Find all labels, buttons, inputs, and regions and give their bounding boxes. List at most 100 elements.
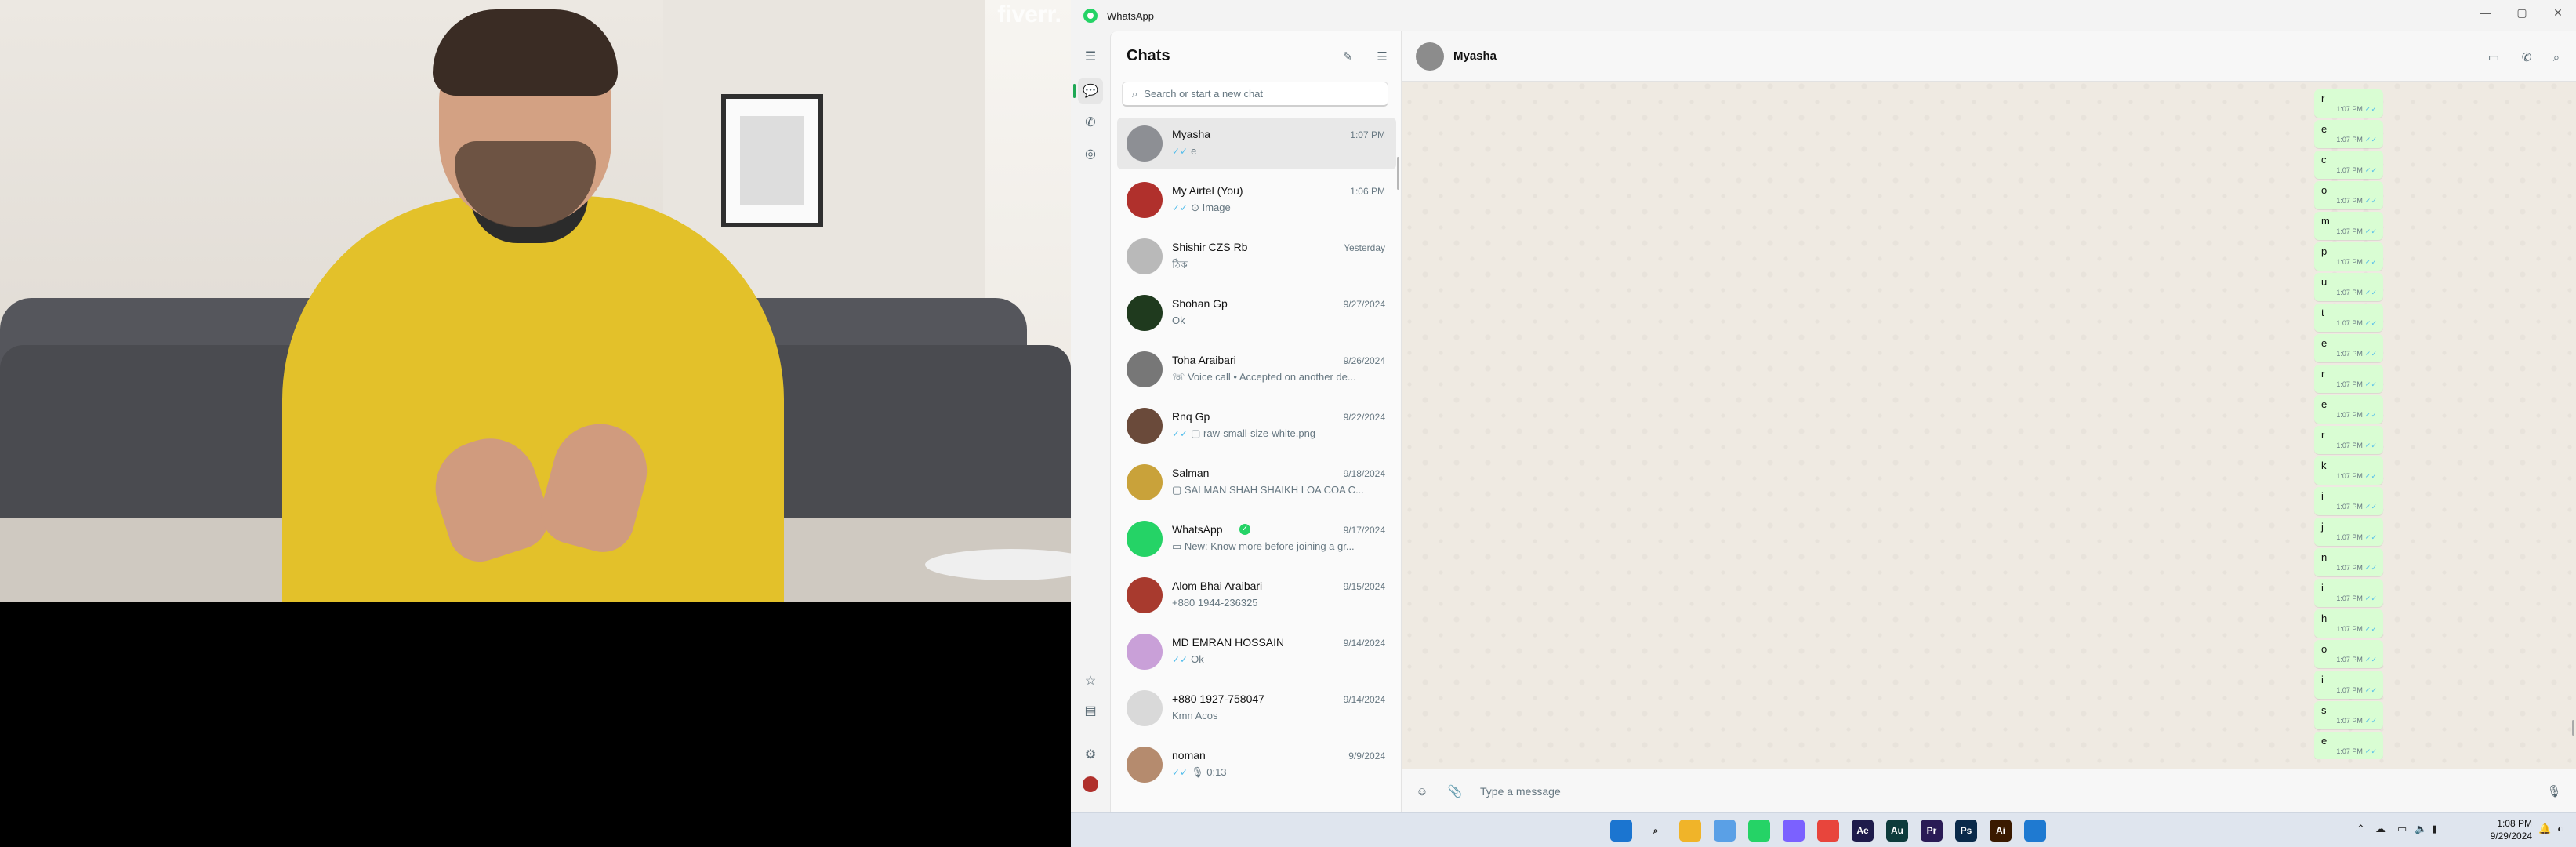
search-bar[interactable]: ⌕ <box>1122 82 1388 107</box>
microphone-icon[interactable]: 🎙 <box>2543 780 2565 802</box>
file-explorer-icon[interactable] <box>1679 820 1701 842</box>
chat-row[interactable]: noman 9/9/2024 ✓✓ 🎙 0:13 <box>1117 739 1396 791</box>
chat-list-scrollbar[interactable] <box>1397 157 1399 190</box>
message-bubble[interactable]: r 1:07 PM ✓✓ <box>2314 426 2383 454</box>
read-ticks-icon: ✓✓ <box>2364 686 2377 694</box>
chat-row[interactable]: MD EMRAN HOSSAIN 9/14/2024 ✓✓ Ok <box>1117 626 1396 678</box>
message-text: e <box>2321 735 2327 747</box>
avatar <box>1127 577 1163 613</box>
close-button[interactable]: ✕ <box>2540 0 2576 25</box>
read-ticks-icon: ✓✓ <box>2364 166 2377 174</box>
photoshop-icon[interactable]: Ps <box>1955 820 1977 842</box>
profile-avatar[interactable] <box>1078 772 1103 797</box>
search-input[interactable] <box>1144 88 1372 100</box>
app-diamond-icon[interactable] <box>1783 820 1805 842</box>
vscode-icon[interactable] <box>2024 820 2046 842</box>
chat-time: 9/17/2024 <box>1343 525 1385 536</box>
search-icon[interactable]: ⌕ <box>1645 820 1667 842</box>
chat-row[interactable]: +880 1927-758047 9/14/2024 Kmn Acos <box>1117 682 1396 734</box>
maximize-button[interactable]: ▢ <box>2504 0 2540 25</box>
calls-icon[interactable]: ✆ <box>1078 110 1103 135</box>
message-meta: 1:07 PM ✓✓ <box>2336 197 2377 205</box>
chat-row[interactable]: My Airtel (You) 1:06 PM ✓✓ ⊙ Image <box>1117 174 1396 226</box>
message-bubble[interactable]: r 1:07 PM ✓✓ <box>2314 89 2383 118</box>
message-bubble[interactable]: c 1:07 PM ✓✓ <box>2314 151 2383 179</box>
video-player[interactable]: fiverr. <box>0 0 1071 847</box>
message-preview: 🎙 0:13 <box>1191 766 1227 778</box>
onedrive-icon[interactable]: ☁ <box>2375 823 2386 835</box>
message-bubble[interactable]: s 1:07 PM ✓✓ <box>2314 701 2383 729</box>
contact-avatar[interactable] <box>1416 42 1444 71</box>
network-icon[interactable]: ▭ <box>2397 823 2407 835</box>
chats-icon[interactable]: 💬 <box>1078 78 1103 104</box>
message-scrollbar[interactable] <box>2572 720 2574 736</box>
message-bubble[interactable]: e 1:07 PM ✓✓ <box>2314 334 2383 362</box>
folder-icon[interactable] <box>1714 820 1736 842</box>
after-effects-icon[interactable]: Ae <box>1852 820 1874 842</box>
message-bubble[interactable]: e 1:07 PM ✓✓ <box>2314 395 2383 424</box>
copilot-icon[interactable]: ◐ <box>2557 823 2563 834</box>
read-ticks-icon: ✓✓ <box>2364 625 2377 633</box>
search-icon[interactable]: ⌕ <box>2545 45 2568 69</box>
message-bubble[interactable]: i 1:07 PM ✓✓ <box>2314 579 2383 607</box>
chat-row[interactable]: Shohan Gp 9/27/2024 Ok <box>1117 287 1396 339</box>
chat-time: 9/15/2024 <box>1343 581 1385 592</box>
video-frame[interactable]: fiverr. <box>0 0 1071 602</box>
message-bubble[interactable]: k 1:07 PM ✓✓ <box>2314 456 2383 485</box>
attach-icon[interactable]: 📎 <box>1444 780 1466 802</box>
message-bubble[interactable]: j 1:07 PM ✓✓ <box>2314 518 2383 546</box>
video-call-icon[interactable]: ▭ <box>2482 45 2505 69</box>
chat-row[interactable]: Rnq Gp 9/22/2024 ✓✓ ▢ raw-small-size-white.… <box>1117 400 1396 452</box>
chat-time: 1:06 PM <box>1350 186 1385 197</box>
chevron-up-icon[interactable]: ⌃ <box>2356 823 2365 835</box>
menu-icon[interactable]: ☰ <box>1078 44 1103 69</box>
message-bubble[interactable]: i 1:07 PM ✓✓ <box>2314 487 2383 515</box>
chat-row[interactable]: Salman 9/18/2024 ▢ SALMAN SHAH SHAIKH LOA … <box>1117 456 1396 508</box>
chat-row[interactable]: Toha Araibari 9/26/2024 ☏ Voice call • Acc… <box>1117 344 1396 395</box>
chat-list-panel: Chats ✎ ☰ ⌕ Myasha1:07 PM✓✓eMy Airtel (Y… <box>1110 31 1402 812</box>
message-input[interactable] <box>1480 782 2499 801</box>
message-bubble[interactable]: p 1:07 PM ✓✓ <box>2314 242 2383 271</box>
message-bubble[interactable]: m 1:07 PM ✓✓ <box>2314 212 2383 240</box>
notification-bell-icon[interactable]: 🔔 <box>2538 823 2551 835</box>
voice-call-icon[interactable]: ✆ <box>2515 45 2538 69</box>
volume-icon[interactable]: 🔈 <box>2415 823 2427 835</box>
message-bubble[interactable]: u 1:07 PM ✓✓ <box>2314 273 2383 301</box>
message-bubble[interactable]: e 1:07 PM ✓✓ <box>2314 732 2383 759</box>
chat-time: 9/14/2024 <box>1343 694 1385 705</box>
message-bubble[interactable]: o 1:07 PM ✓✓ <box>2314 640 2383 668</box>
settings-icon[interactable]: ⚙ <box>1078 742 1103 767</box>
chrome-icon[interactable] <box>1817 820 1839 842</box>
filter-icon[interactable]: ☰ <box>1371 45 1393 67</box>
message-bubble[interactable]: t 1:07 PM ✓✓ <box>2314 304 2383 332</box>
starred-icon[interactable]: ☆ <box>1078 668 1103 693</box>
message-bubble[interactable]: n 1:07 PM ✓✓ <box>2314 548 2383 576</box>
message-bubble[interactable]: o 1:07 PM ✓✓ <box>2314 181 2383 209</box>
new-chat-icon[interactable]: ✎ <box>1337 45 1359 67</box>
conversation-header[interactable]: Myasha ▭ ✆ ⌕ <box>1402 31 2576 82</box>
premiere-icon[interactable]: Pr <box>1921 820 1943 842</box>
battery-icon[interactable]: ▮ <box>2432 823 2437 835</box>
message-preview: +880 1944-236325 <box>1172 597 1258 609</box>
message-time: 1:07 PM <box>2336 350 2363 358</box>
message-bubble[interactable]: i 1:07 PM ✓✓ <box>2314 671 2383 699</box>
message-bubble[interactable]: h 1:07 PM ✓✓ <box>2314 609 2383 638</box>
message-bubble[interactable]: r 1:07 PM ✓✓ <box>2314 365 2383 393</box>
chat-row[interactable]: Alom Bhai Araibari 9/15/2024 +880 1944-236… <box>1117 569 1396 621</box>
status-icon[interactable]: ◎ <box>1078 141 1103 166</box>
windows-start-icon[interactable] <box>1610 820 1632 842</box>
minimize-button[interactable]: — <box>2468 0 2504 25</box>
taskbar-clock[interactable]: 1:08 PM 9/29/2024 <box>2469 817 2532 842</box>
whatsapp-icon[interactable] <box>1748 820 1770 842</box>
illustrator-icon[interactable]: Ai <box>1990 820 2012 842</box>
emoji-icon[interactable]: ☺ <box>1411 780 1433 802</box>
message-bubble[interactable]: e 1:07 PM ✓✓ <box>2314 120 2383 148</box>
contact-name[interactable]: Myasha <box>1453 49 1497 63</box>
message-meta: 1:07 PM ✓✓ <box>2336 380 2377 389</box>
read-ticks-icon: ✓✓ <box>2364 319 2377 327</box>
audition-icon[interactable]: Au <box>1886 820 1908 842</box>
archive-icon[interactable]: ▤ <box>1078 698 1103 723</box>
chat-row[interactable]: WhatsApp ✓ 9/17/2024 ▭ New: Know more befor… <box>1117 513 1396 565</box>
chat-row[interactable]: Shishir CZS Rb Yesterday ঠিক <box>1117 231 1396 282</box>
chat-row[interactable]: Myasha 1:07 PM ✓✓ e <box>1117 118 1396 169</box>
